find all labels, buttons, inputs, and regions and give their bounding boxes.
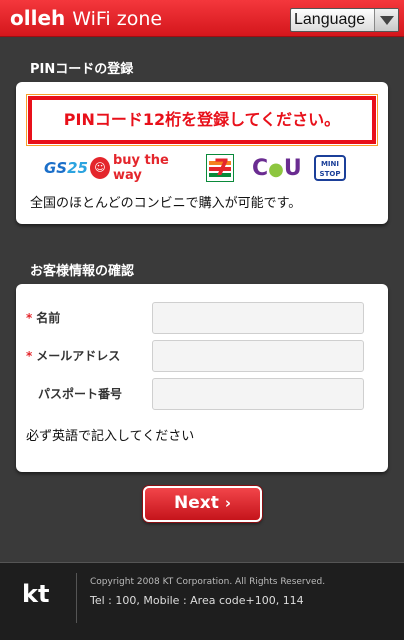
footer: kt Copyright 2008 KT Corporation. All Ri… <box>0 562 404 640</box>
email-row: * メールアドレス <box>16 340 388 372</box>
cu-logo: C●U <box>252 155 302 181</box>
pin-code-register-button[interactable]: PINコード12桁を登録してください。 <box>26 94 378 146</box>
logo-olleh: olleh <box>10 6 66 30</box>
olleh-wifi-logo: olleh WiFi zone <box>10 6 162 30</box>
header-bar: olleh WiFi zone Language <box>0 0 404 37</box>
chevron-right-icon: › <box>224 494 232 512</box>
passport-label: パスポート番号 <box>38 387 123 401</box>
seven-eleven-text: 7 <box>214 156 230 181</box>
buy-the-way-logo: ☺ buy the way <box>90 153 194 183</box>
seven-eleven-logo: 7 <box>206 154 234 182</box>
logo-wifi-zone: WiFi zone <box>72 8 163 30</box>
passport-row: パスポート番号 <box>16 378 388 410</box>
next-button[interactable]: Next › <box>143 486 262 522</box>
passport-input[interactable] <box>152 378 364 410</box>
next-button-label: Next <box>173 493 219 513</box>
gs25-logo: GS25 <box>44 159 88 177</box>
language-select[interactable]: Language <box>290 8 399 32</box>
buy-the-way-text: buy the way <box>112 153 169 183</box>
pin-panel: PINコード12桁を登録してください。 GS25 ☺ buy the way 7… <box>16 82 388 224</box>
language-select-label: Language <box>294 11 366 28</box>
pin-section-title: PINコードの登録 <box>30 62 134 77</box>
buy-the-way-icon: ☺ <box>90 157 110 179</box>
ministop-logo: MINI STOP <box>314 155 346 181</box>
footer-divider <box>76 573 77 623</box>
email-label: * メールアドレス <box>26 349 121 363</box>
store-availability-note: 全国のほとんどのコンビニで購入が可能です。 <box>30 196 302 211</box>
customer-panel: * 名前 * メールアドレス パスポート番号 必ず英語で記入してください <box>16 284 388 472</box>
email-input[interactable] <box>152 340 364 372</box>
name-input[interactable] <box>152 302 364 334</box>
customer-section-title: お客様情報の確認 <box>30 264 135 279</box>
required-mark: * <box>26 349 33 363</box>
kt-logo: kt <box>22 580 50 608</box>
english-input-note: 必ず英語で記入してください <box>26 429 195 444</box>
contact-text: Tel : 100, Mobile : Area code+100, 114 <box>90 594 304 607</box>
chevron-down-icon[interactable] <box>374 9 398 31</box>
required-mark: * <box>26 311 33 325</box>
copyright-text: Copyright 2008 KT Corporation. All Right… <box>90 577 326 587</box>
store-logos: GS25 ☺ buy the way 7 C●U MINI STOP <box>44 152 374 184</box>
name-label: * 名前 <box>26 311 61 325</box>
name-row: * 名前 <box>16 302 388 334</box>
